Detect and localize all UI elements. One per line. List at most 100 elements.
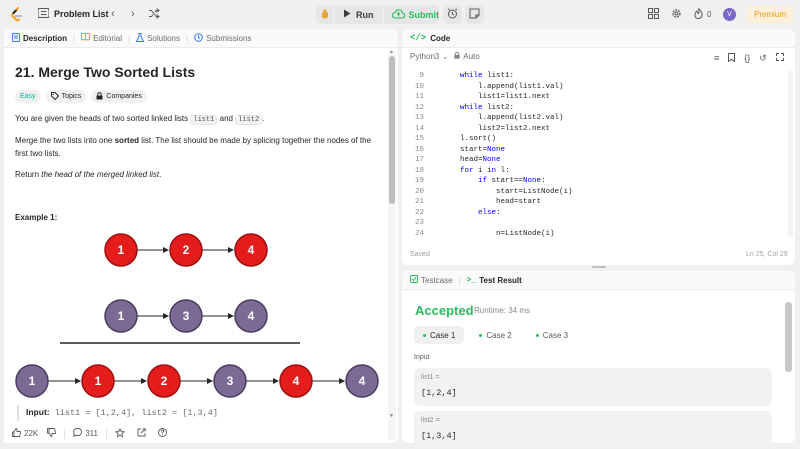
help-icon[interactable] — [158, 428, 167, 439]
prev-problem-icon[interactable]: ‹ — [111, 8, 115, 20]
case-tab-1[interactable]: Case 1 — [414, 326, 465, 344]
submit-button[interactable]: Submit — [382, 5, 440, 24]
code-panel-header: </> Code — [402, 29, 795, 48]
description-footer: 22K 311 — [4, 424, 387, 443]
description-paragraph-3: Return the head of the merged linked lis… — [15, 170, 162, 179]
terminal-icon: >_ — [466, 275, 477, 285]
code-text: for i in l: — [460, 166, 510, 175]
avatar[interactable]: V — [723, 8, 736, 21]
problem-tags: Easy Topics Companies — [15, 90, 147, 103]
var-value[interactable]: [1,3,4] — [421, 431, 457, 441]
comment-count: 311 — [85, 429, 98, 438]
comments-button[interactable]: 311 — [73, 428, 98, 439]
code-line: 17 head=None — [402, 155, 784, 166]
list2-node-label: 1 — [118, 309, 125, 323]
code-line: 18 for i in l: — [402, 166, 784, 177]
line-number: 11 — [414, 93, 424, 101]
problem-list-button[interactable]: Problem List — [37, 7, 109, 20]
like-count: 22K — [24, 429, 39, 438]
tab-editorial[interactable]: Editorial — [81, 33, 122, 43]
merged-node-label: 2 — [161, 374, 168, 388]
premium-button[interactable]: Premium — [747, 6, 793, 23]
language-select[interactable]: Python3 ⌄ — [410, 52, 448, 61]
play-icon — [343, 9, 351, 20]
like-button[interactable]: 22K — [12, 428, 38, 439]
description-paragraph-2: Merge the two lists into one sorted list… — [15, 136, 372, 158]
tab-description[interactable]: Description — [12, 32, 67, 44]
tab-solutions[interactable]: Solutions — [135, 32, 180, 44]
save-status: Saved — [410, 251, 430, 258]
list1-node-label: 1 — [118, 243, 125, 257]
shuffle-icon[interactable] — [148, 8, 160, 22]
example-quote-bar — [17, 405, 19, 421]
leetcode-logo-icon[interactable] — [10, 7, 24, 22]
example-input: Input: list1 = [1,2,4], list2 = [1,3,4] — [26, 407, 218, 418]
line-number: 20 — [414, 187, 424, 196]
next-problem-icon[interactable]: › — [131, 8, 135, 20]
code-brackets-icon: </> — [410, 33, 427, 43]
lock-icon — [96, 91, 103, 102]
var-value[interactable]: [1,2,4] — [421, 388, 457, 398]
result-scroll-thumb[interactable] — [785, 302, 792, 372]
bug-icon — [320, 9, 330, 21]
scroll-up-icon[interactable]: ▲ — [389, 49, 394, 55]
companies-button[interactable]: Companies — [91, 90, 147, 103]
dislike-button[interactable] — [47, 428, 57, 439]
code-line: 12 while list2: — [402, 103, 784, 114]
debug-button[interactable] — [316, 5, 334, 24]
var-name: list1 = — [421, 374, 440, 381]
description-scroll-thumb[interactable] — [389, 56, 395, 204]
run-button[interactable]: Run — [334, 9, 383, 20]
list-icon — [37, 7, 50, 20]
code-text: list2=list2.next — [442, 124, 551, 133]
runtime-text: Runtime: 34 ms — [474, 306, 531, 315]
list2-node-label: 4 — [248, 309, 255, 323]
share-icon[interactable] — [137, 428, 146, 439]
streak-count: 0 — [707, 10, 712, 19]
tab-submissions[interactable]: Submissions — [194, 32, 252, 44]
code-overflow-line — [402, 61, 795, 64]
code-editor[interactable]: 9 while list1: 10 l.append(list1.val) 11 l… — [402, 71, 784, 239]
code-line: 23 — [402, 218, 784, 229]
note-icon — [469, 8, 480, 21]
fire-icon — [694, 8, 703, 21]
companies-label: Companies — [106, 93, 142, 100]
notes-button[interactable] — [465, 5, 484, 24]
merged-node-label: 1 — [95, 374, 102, 388]
timer-button[interactable] — [443, 5, 462, 24]
auto-mode-button[interactable]: Auto — [454, 51, 480, 61]
result-tabs: Testcase | >_ Test Result — [402, 271, 795, 290]
code-text: n=ListNode(i) — [442, 229, 555, 238]
streak-counter[interactable]: 0 — [694, 8, 711, 21]
case-tab-2[interactable]: Case 2 — [470, 326, 520, 344]
line-number: 13 — [414, 114, 424, 122]
tab-testcase[interactable]: Testcase — [410, 275, 453, 285]
result-status: Accepted — [415, 303, 474, 318]
history-icon — [194, 32, 203, 44]
layout-icon[interactable] — [648, 8, 659, 19]
code-line: 20 start=ListNode(i) — [402, 187, 784, 198]
settings-gear-icon[interactable] — [671, 8, 682, 19]
code-text: head=None — [442, 156, 501, 164]
problem-title[interactable]: 21. Merge Two Sorted Lists — [15, 64, 195, 80]
cursor-position: Ln 25, Col 29 — [746, 251, 788, 258]
line-number: 14 — [414, 124, 424, 133]
topics-button[interactable]: Topics — [45, 90, 87, 103]
topics-label: Topics — [61, 93, 82, 100]
submit-label: Submit — [408, 9, 440, 20]
tab-submissions-label: Submissions — [206, 33, 252, 43]
code-scrollbar[interactable] — [788, 71, 793, 236]
code-line: 9 while list1: — [402, 71, 784, 82]
footer-divider — [64, 428, 66, 439]
favorite-star-icon[interactable] — [114, 427, 126, 440]
resize-handle[interactable] — [592, 266, 606, 268]
problem-list-label: Problem List — [54, 9, 109, 19]
top-bar: Problem List ‹ › Run Submit 0 V Premium — [0, 0, 800, 29]
line-number: 18 — [414, 166, 424, 175]
scroll-down-icon[interactable]: ▼ — [389, 413, 394, 419]
tab-test-result[interactable]: >_ Test Result — [467, 276, 522, 285]
case-tab-3[interactable]: Case 3 — [527, 326, 577, 344]
description-icon — [12, 32, 20, 44]
passed-dot-icon — [423, 333, 426, 337]
code-panel-title: Code — [430, 33, 451, 43]
